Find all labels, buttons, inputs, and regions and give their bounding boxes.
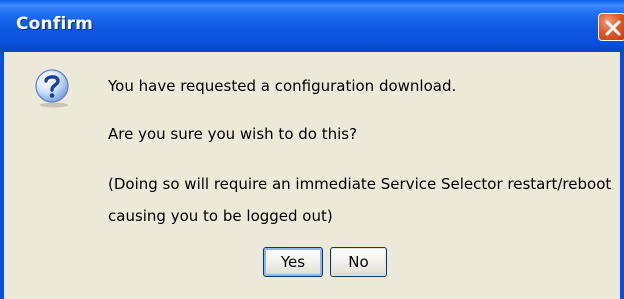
title-bar[interactable]: Confirm [0,0,624,52]
question-icon [32,68,72,108]
message-line-4: causing you to be logged out) [108,207,333,225]
yes-button[interactable]: Yes [263,247,323,277]
message-line-3: (Doing so will require an immediate Serv… [108,175,612,193]
confirm-dialog: Confirm You have requested a configurati… [0,0,624,299]
dialog-title: Confirm [16,14,93,34]
close-icon [605,20,621,36]
no-button[interactable]: No [330,247,387,277]
message-line-1: You have requested a configuration downl… [108,77,457,95]
close-button[interactable] [598,13,624,41]
message-line-2: Are you sure you wish to do this? [108,125,358,143]
